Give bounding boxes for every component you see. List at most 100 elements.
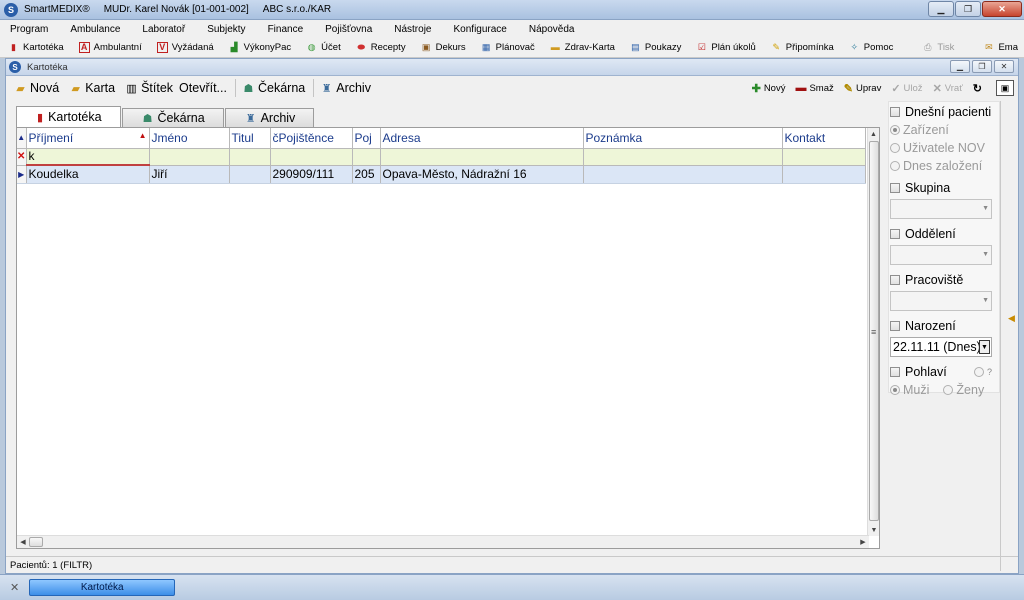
taskbar-close-icon[interactable]: ✕ — [10, 581, 19, 594]
tool-planovac[interactable]: ▦ Plánovač — [473, 42, 542, 53]
tab-archiv[interactable]: ♜ Archiv — [224, 108, 315, 127]
cell-poznamka[interactable] — [583, 165, 783, 184]
filter-titul[interactable] — [229, 148, 271, 166]
filter-cpojistence[interactable] — [270, 148, 353, 166]
menu-konfigurace[interactable]: Konfigurace — [444, 24, 519, 35]
archiv-button[interactable]: ♜ Archiv — [318, 81, 373, 95]
zarizeni-radio[interactable]: Zařízení — [886, 121, 996, 139]
tool-ambulantni[interactable]: A Ambulantní — [71, 42, 149, 53]
tool-vykonypac[interactable]: ▟ VýkonyPac — [221, 42, 299, 53]
inner-minimize-icon[interactable]: ▁ — [950, 60, 970, 73]
oddeleni-select[interactable]: ▼ — [890, 245, 992, 265]
tool-kartoteka[interactable]: ▮ Kartotéka — [0, 42, 71, 53]
refresh-button[interactable]: ↻ — [968, 82, 990, 95]
cell-kontakt[interactable] — [782, 165, 866, 184]
cell-jmeno[interactable]: Jiří — [149, 165, 230, 184]
oddeleni-checkbox[interactable]: Oddělení — [886, 225, 996, 243]
pracoviste-checkbox[interactable]: Pracoviště — [886, 271, 996, 289]
tool-plan-ukolu[interactable]: ☑ Plán úkolů — [688, 42, 762, 53]
col-cpojistence[interactable]: čPojištěnce — [270, 128, 353, 149]
filter-adresa[interactable] — [380, 148, 584, 166]
inner-close-icon[interactable]: ✕ — [994, 60, 1014, 73]
karta-button[interactable]: ▰ Karta — [61, 81, 117, 95]
pohlavi-checkbox[interactable]: Pohlaví ? — [886, 363, 996, 381]
ucet-icon: ◍ — [307, 42, 316, 52]
filter-poznamka[interactable] — [583, 148, 783, 166]
pohlavi-unknown-radio[interactable]: ? — [973, 367, 992, 377]
taskbar-kartoteka[interactable]: Kartotéka — [29, 579, 176, 596]
smaz-button[interactable]: ▬ Smaž — [790, 82, 838, 94]
pracoviste-select[interactable]: ▼ — [890, 291, 992, 311]
tool-vyzadana[interactable]: V Vyžádaná — [149, 42, 221, 53]
zeny-radio[interactable] — [943, 385, 954, 395]
col-poj[interactable]: Poj — [352, 128, 381, 149]
tool-email[interactable]: ✉ Ema — [961, 42, 1018, 53]
muzi-radio[interactable] — [890, 385, 900, 395]
minimize-icon[interactable]: ▁ — [928, 1, 954, 17]
skupina-select[interactable]: ▼ — [890, 199, 992, 219]
cell-adresa[interactable]: Opava-Město, Nádražní 16 — [380, 165, 584, 184]
col-jmeno[interactable]: Jméno — [149, 128, 230, 149]
close-icon[interactable]: ✕ — [982, 1, 1022, 17]
menu-finance[interactable]: Finance — [258, 24, 316, 35]
menu-napoveda[interactable]: Nápověda — [519, 24, 587, 35]
col-adresa[interactable]: Adresa — [380, 128, 584, 149]
nova-button[interactable]: ▰ Nová — [6, 81, 61, 95]
vrat-button[interactable]: ✕ Vrať — [928, 82, 968, 95]
narozeni-date-input[interactable]: 22.11.11 (Dnes) ▼ — [890, 337, 992, 357]
dnes-zalozeni-radio[interactable]: Dnes založení — [886, 157, 996, 175]
menu-ambulance[interactable]: Ambulance — [60, 24, 132, 35]
tab-cekarna[interactable]: ☗ Čekárna — [121, 108, 224, 127]
filter-poj[interactable] — [352, 148, 381, 166]
scroll-right-icon[interactable]: ▶ — [857, 536, 869, 548]
tool-zdrav-karta[interactable]: ▬ Zdrav-Karta — [542, 42, 622, 53]
cell-prijmeni[interactable]: Koudelka — [26, 165, 150, 184]
tool-dekurs[interactable]: ▣ Dekurs — [413, 42, 473, 53]
uloz-button[interactable]: ✓ Ulož — [886, 82, 927, 95]
menu-program[interactable]: Program — [0, 24, 60, 35]
tool-recepty[interactable]: ⬬ Recepty — [348, 42, 413, 53]
splitter-handle-icon[interactable]: ≡ — [871, 327, 876, 337]
menu-pojistovna[interactable]: Pojišťovna — [315, 24, 384, 35]
narozeni-checkbox[interactable]: Narození — [886, 317, 996, 335]
scroll-up-icon[interactable]: ▲ — [868, 128, 879, 140]
stitek-button[interactable]: ▥ Štítek — [117, 81, 175, 95]
cell-poj[interactable]: 205 — [352, 165, 381, 184]
restore-icon[interactable]: ❐ — [955, 1, 981, 17]
chevron-down-icon[interactable]: ▼ — [979, 340, 990, 354]
collapse-panel-icon[interactable]: ◀ — [1008, 313, 1015, 324]
tool-poukazy[interactable]: ▤ Poukazy — [622, 42, 688, 53]
menu-subjekty[interactable]: Subjekty — [197, 24, 257, 35]
horizontal-scroll-thumb[interactable] — [29, 537, 43, 547]
scroll-left-icon[interactable]: ◀ — [17, 536, 29, 548]
menu-nastroje[interactable]: Nástroje — [384, 24, 443, 35]
uzivatele-nov-radio[interactable]: Uživatele NOV — [886, 139, 996, 157]
horizontal-scrollbar[interactable]: ◀ ▶ — [17, 535, 869, 548]
novy-button[interactable]: ✚ Nový — [747, 82, 791, 95]
col-titul[interactable]: Titul — [229, 128, 271, 149]
tab-kartoteka[interactable]: ▮ Kartotéka — [16, 106, 121, 127]
dnesni-pacienti-checkbox[interactable]: Dnešní pacienti — [886, 103, 996, 121]
clear-filter-icon[interactable]: ✕ — [17, 148, 27, 166]
tool-ucet[interactable]: ◍ Účet — [298, 42, 348, 53]
col-poznamka[interactable]: Poznámka — [583, 128, 783, 149]
scroll-down-icon[interactable]: ▼ — [868, 524, 879, 536]
filter-prijmeni[interactable]: k — [26, 148, 150, 166]
col-kontakt[interactable]: Kontakt — [782, 128, 866, 149]
uprav-button[interactable]: ✎ Uprav — [839, 82, 887, 95]
menu-laborator[interactable]: Laboratoř — [132, 24, 197, 35]
col-prijmeni[interactable]: Příjmení ▲ — [26, 128, 150, 149]
panel-toggle-icon[interactable]: ▣ — [996, 80, 1014, 96]
filter-kontakt[interactable] — [782, 148, 866, 166]
skupina-checkbox[interactable]: Skupina — [886, 179, 996, 197]
otevrit-button[interactable]: Otevřít... — [175, 81, 229, 95]
cell-titul[interactable] — [229, 165, 271, 184]
table-row[interactable]: ▶ Koudelka Jiří 290909/111 205 Opava-Měs… — [17, 165, 866, 184]
filter-jmeno[interactable] — [149, 148, 230, 166]
tool-pomoc[interactable]: ✧ Pomoc — [841, 42, 901, 53]
cekarna-button[interactable]: ☗ Čekárna — [240, 81, 307, 95]
tool-tisk[interactable]: ⎙ Tisk — [900, 42, 961, 53]
tool-pripominka[interactable]: ✎ Připomínka — [763, 42, 841, 53]
cell-cpojistence[interactable]: 290909/111 — [270, 165, 353, 184]
inner-restore-icon[interactable]: ❐ — [972, 60, 992, 73]
